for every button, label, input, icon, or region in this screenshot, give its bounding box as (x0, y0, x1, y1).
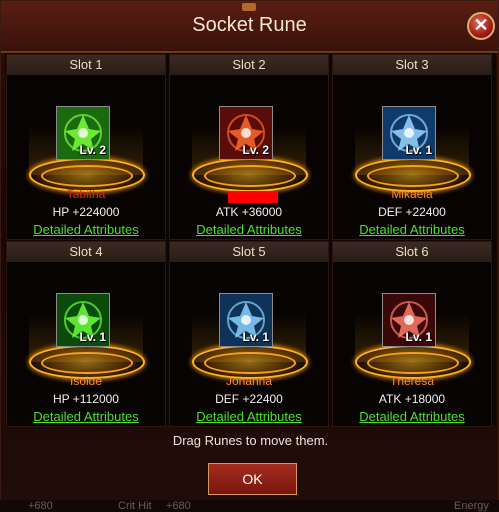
rune-level-badge: Lv. 2 (242, 143, 269, 157)
drag-hint-text: Drag Runes to move them. (172, 433, 329, 448)
red-rune-icon[interactable]: Lv. 1 (382, 293, 436, 347)
green-rune-icon[interactable]: Lv. 1 (56, 293, 110, 347)
rune-level-badge: Lv. 1 (405, 330, 432, 344)
blue-rune-icon[interactable]: Lv. 1 (382, 106, 436, 160)
background-stat-value: +680 (166, 500, 191, 512)
red-rune-icon[interactable]: Lv. 2 (219, 106, 273, 160)
detailed-attributes-link[interactable]: Detailed Attributes (333, 222, 491, 237)
rune-name: Tabitha (66, 187, 106, 201)
blue-rune-icon[interactable]: Lv. 1 (219, 293, 273, 347)
dialog-title: Socket Rune (192, 14, 307, 36)
socket-inner-ring (41, 165, 133, 187)
socket-inner-ring (367, 352, 459, 374)
slot-header: Slot 2 (170, 55, 328, 75)
close-icon[interactable]: ✕ (467, 12, 495, 40)
rune-level-badge: Lv. 1 (242, 330, 269, 344)
background-stat-label: Crit Hit (118, 500, 152, 512)
rune-name: Johanna (225, 374, 273, 388)
rune-slots-panel: Slot 1 Lv. 2 Tabitha HP +224000 Detailed Att… (5, 53, 496, 427)
detailed-attributes-link[interactable]: Detailed Attributes (333, 409, 491, 424)
slot-header: Slot 4 (7, 242, 165, 262)
background-stat-label: Energy (454, 500, 489, 512)
rune-level-badge: Lv. 1 (405, 143, 432, 157)
rune-stat: ATK +36000 (215, 205, 283, 219)
socket-inner-ring (204, 352, 296, 374)
slot-header: Slot 6 (333, 242, 491, 262)
socket-rune-dialog: Socket Rune ✕ Slot 1 Lv. 2 Tabitha HP +2240… (0, 0, 499, 512)
rune-stat: DEF +22400 (215, 392, 283, 406)
rune-stat: DEF +22400 (378, 205, 446, 219)
rune-stat: HP +112000 (53, 392, 119, 406)
detailed-attributes-link[interactable]: Detailed Attributes (170, 222, 328, 237)
ok-button[interactable]: OK (208, 463, 297, 495)
rune-name: Isolde (69, 374, 103, 388)
background-stat-value: +680 (28, 500, 53, 512)
rune-level-badge: Lv. 2 (79, 143, 106, 157)
detailed-attributes-link[interactable]: Detailed Attributes (170, 409, 328, 424)
slot-header: Slot 1 (7, 55, 165, 75)
rune-slot-5[interactable]: Slot 5 Lv. 1 Johanna DEF +22400 Detailed Att… (169, 241, 329, 427)
slot-header: Slot 3 (333, 55, 491, 75)
socket-inner-ring (41, 352, 133, 374)
detailed-attributes-link[interactable]: Detailed Attributes (7, 409, 165, 424)
rune-name: Theresa (389, 374, 435, 388)
socket-inner-ring (204, 165, 296, 187)
rune-stat: ATK +18000 (378, 392, 446, 406)
rune-slot-1[interactable]: Slot 1 Lv. 2 Tabitha HP +224000 Detailed Att… (6, 54, 166, 240)
rune-level-badge: Lv. 1 (79, 330, 106, 344)
rune-slot-3[interactable]: Slot 3 Lv. 1 Mikaela DEF +22400 Detailed Att… (332, 54, 492, 240)
detailed-attributes-link[interactable]: Detailed Attributes (7, 222, 165, 237)
rune-name: Mikaela (391, 187, 433, 201)
slot-header: Slot 5 (170, 242, 328, 262)
background-stats-strip: +680 Crit Hit +680 Energy (0, 500, 499, 512)
rune-slot-2[interactable]: Slot 2 Lv. 2 ATK +36000 Detailed Attributes (169, 54, 329, 240)
redacted-name-bar (228, 191, 278, 203)
title-bar: Socket Rune ✕ (1, 1, 498, 53)
rune-stat: HP +224000 (52, 205, 120, 219)
title-ornament (242, 3, 256, 11)
rune-slot-6[interactable]: Slot 6 Lv. 1 Theresa ATK +18000 Detailed Att… (332, 241, 492, 427)
rune-slot-4[interactable]: Slot 4 Lv. 1 Isolde HP +112000 Detailed Attr… (6, 241, 166, 427)
socket-inner-ring (367, 165, 459, 187)
green-rune-icon[interactable]: Lv. 2 (56, 106, 110, 160)
